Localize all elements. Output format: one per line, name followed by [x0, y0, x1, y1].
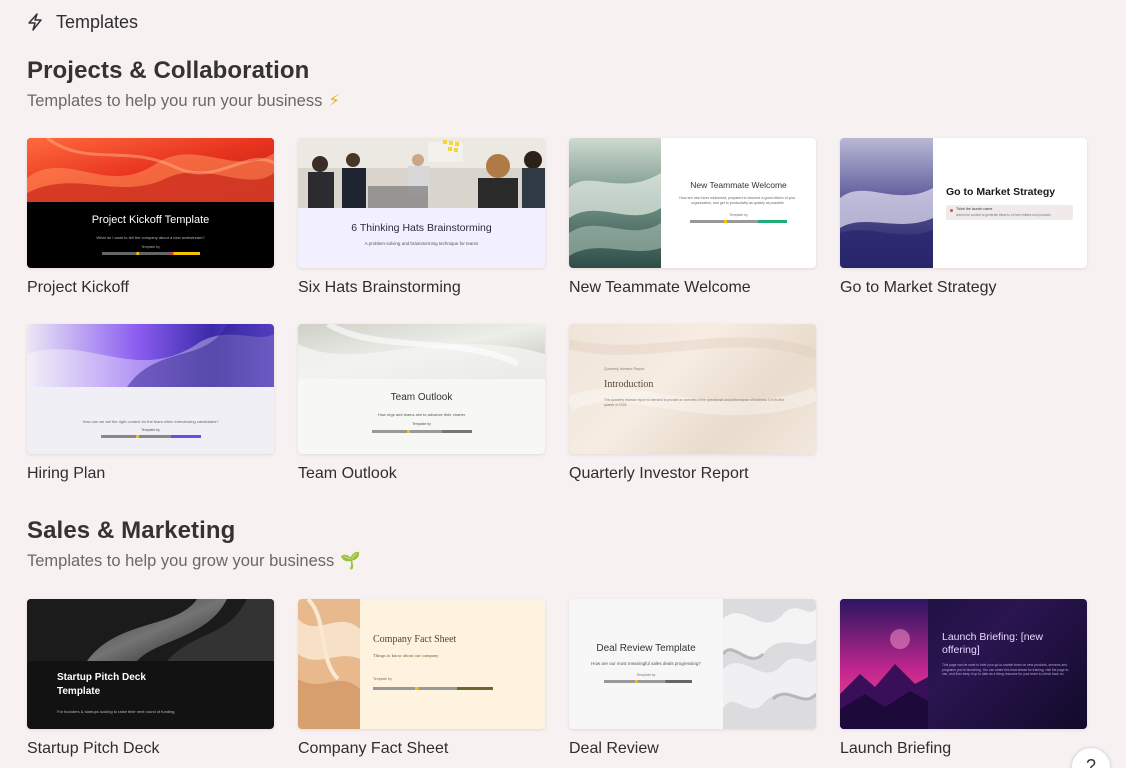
- ocean-waves-image: [569, 138, 661, 268]
- section-title-sales: Sales & Marketing: [27, 517, 236, 544]
- section-subtitle-text: Templates to help you run your business: [27, 91, 323, 110]
- template-card-label: Team Outlook: [298, 465, 397, 482]
- thumb-byline: Template by: [141, 428, 160, 432]
- thumb-authors-strip: [101, 435, 201, 438]
- template-thumbnail: Quarterly Investor Report Introduction T…: [569, 324, 816, 454]
- thumb-title: New Teammate Welcome: [690, 180, 787, 190]
- page-title: Templates: [56, 11, 139, 32]
- thumb-subtitle: For founders & startups looking to raise…: [57, 709, 176, 714]
- thumb-subtitle: How are our most meaningful sales deals …: [591, 661, 701, 666]
- seedling-emoji: 🌱: [340, 552, 361, 570]
- template-thumbnail: Go to Market Strategy Think the launch n…: [840, 138, 1087, 268]
- dark-abstract-image: [27, 599, 274, 661]
- section-title-projects: Projects & Collaboration: [27, 57, 310, 84]
- template-thumbnail: Project Kickoff Template What do I want …: [27, 138, 274, 268]
- template-card-team-outlook[interactable]: Team Outlook How orgs and teams aim to a…: [298, 324, 545, 482]
- thumb-authors-strip: [372, 430, 472, 433]
- template-card-label: Go to Market Strategy: [840, 279, 997, 296]
- template-card-label: Six Hats Brainstorming: [298, 279, 461, 296]
- template-card-label: Launch Briefing: [840, 740, 952, 757]
- abstract-silk-image: [298, 324, 545, 379]
- template-card-label: Quarterly Investor Report: [569, 465, 749, 482]
- template-card-label: Startup Pitch Deck: [27, 740, 160, 757]
- template-card-startup-pitch[interactable]: Startup Pitch Deck Template For founders…: [27, 599, 274, 757]
- template-card-six-hats[interactable]: 6 Thinking Hats Brainstorming A problem-…: [298, 138, 545, 296]
- thumb-subtitle: This quarterly investor report is intend…: [604, 398, 784, 407]
- template-thumbnail: Launch Briefing: [new offering] This pag…: [840, 599, 1087, 729]
- thumb-title: Company Fact Sheet: [373, 634, 457, 645]
- template-thumbnail: How can we set the right context for the…: [27, 324, 274, 454]
- thumb-byline: Template by: [412, 422, 431, 426]
- thumb-byline: Template by: [373, 677, 392, 681]
- template-card-label: Project Kickoff: [27, 279, 129, 296]
- thumb-byline: Template by: [141, 245, 160, 249]
- abstract-purple-image: [27, 324, 274, 387]
- template-card-new-teammate[interactable]: New Teammate Welcome How are new hires w…: [569, 138, 816, 296]
- callout-text: Add more context to generate ideas to of…: [956, 212, 1051, 217]
- thumb-kicker: Quarterly Investor Report: [604, 367, 645, 371]
- abstract-waves-image: [27, 138, 274, 202]
- template-card-go-to-market[interactable]: Go to Market Strategy Think the launch n…: [840, 138, 1087, 296]
- template-card-hiring-plan[interactable]: How can we set the right context for the…: [27, 324, 274, 482]
- team-meeting-photo: [298, 138, 545, 208]
- thumb-subtitle: How can we set the right context for the…: [82, 419, 219, 424]
- template-thumbnail: Startup Pitch Deck Template For founders…: [27, 599, 274, 729]
- template-card-launch-briefing[interactable]: Launch Briefing: [new offering] This pag…: [840, 599, 1087, 757]
- page-header: Templates: [27, 11, 138, 33]
- thumb-title: Introduction: [604, 379, 654, 390]
- template-card-label: Company Fact Sheet: [298, 740, 449, 757]
- thumb-subtitle: How are new hires welcomed, prepared to …: [679, 196, 796, 205]
- thumb-subtitle: This page can be used to brief your go-t…: [942, 663, 1069, 677]
- callout-dot-icon: [950, 209, 953, 212]
- mountain-landscape-image: [840, 138, 933, 268]
- silver-waves-image: [723, 599, 816, 729]
- template-thumbnail: New Teammate Welcome How are new hires w…: [569, 138, 816, 268]
- neon-mountain-image: [840, 599, 928, 729]
- template-thumbnail: Company Fact Sheet Things to know about …: [298, 599, 545, 729]
- template-card-project-kickoff[interactable]: Project Kickoff Template What do I want …: [27, 138, 274, 296]
- section-subtitle-sales: Templates to help you grow your business…: [27, 552, 361, 571]
- thumb-title: Go to Market Strategy: [946, 186, 1056, 198]
- thumb-title: 6 Thinking Hats Brainstorming: [351, 222, 492, 234]
- template-card-label: Hiring Plan: [27, 465, 106, 482]
- template-thumbnail: Deal Review Template How are our most me…: [569, 599, 816, 729]
- thumb-byline: Template by: [729, 213, 748, 217]
- help-button[interactable]: ?: [1071, 747, 1111, 768]
- section-subtitle-projects: Templates to help you run your business …: [27, 91, 340, 111]
- lightning-emoji: ⚡: [328, 92, 340, 110]
- thumb-subtitle: What do I want to tell the company about…: [96, 235, 205, 240]
- template-thumbnail: 6 Thinking Hats Brainstorming A problem-…: [298, 138, 545, 268]
- template-card-company-fact-sheet[interactable]: Company Fact Sheet Things to know about …: [298, 599, 545, 757]
- thumb-title: Project Kickoff Template: [91, 214, 210, 226]
- callout-title: Think the launch name: [956, 207, 993, 211]
- template-card-label: Deal Review: [569, 740, 659, 757]
- thumb-authors-strip: [373, 687, 493, 690]
- template-card-label: New Teammate Welcome: [569, 279, 751, 296]
- thumb-title: Startup Pitch Deck Template: [57, 672, 146, 697]
- thumb-byline: Template by: [636, 673, 656, 677]
- thumb-callout: Think the launch name Add more context t…: [946, 205, 1073, 220]
- template-card-quarterly-investor[interactable]: Quarterly Investor Report Introduction T…: [569, 324, 816, 482]
- thumb-subtitle: Things to know about our company: [373, 653, 439, 658]
- thumb-authors-strip: [604, 680, 692, 683]
- thumb-subtitle: How orgs and teams aim to advance their …: [377, 412, 466, 417]
- thumb-title: Launch Briefing: [new offering]: [942, 631, 1043, 656]
- thumb-authors-strip: [102, 252, 200, 255]
- paper-folds-image: [298, 599, 360, 729]
- thumb-subtitle: A problem-solving and brainstorming tech…: [364, 241, 479, 246]
- template-thumbnail: Team Outlook How orgs and teams aim to a…: [298, 324, 545, 454]
- thumb-title: Deal Review Template: [596, 643, 696, 654]
- thumb-authors-strip: [690, 220, 787, 223]
- template-card-deal-review[interactable]: Deal Review Template How are our most me…: [569, 599, 816, 757]
- section-subtitle-text: Templates to help you grow your business: [27, 552, 335, 570]
- bolt-icon: [28, 13, 42, 31]
- thumb-title: Team Outlook: [390, 392, 453, 403]
